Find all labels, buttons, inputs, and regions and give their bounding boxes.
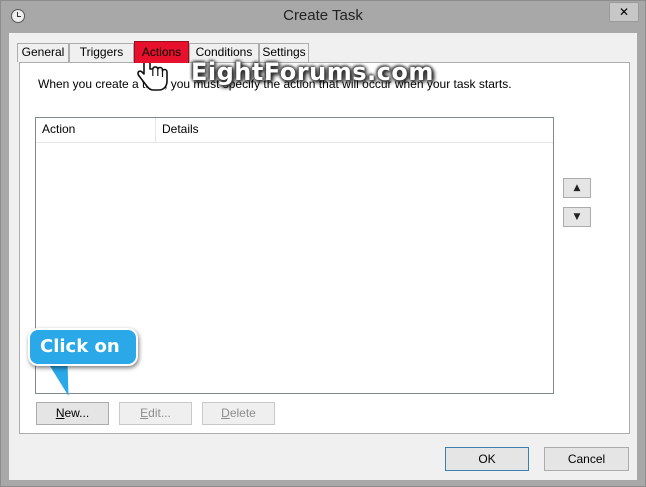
tab-triggers[interactable]: Triggers (69, 43, 134, 62)
move-down-button[interactable]: ▼ (563, 207, 591, 227)
new-action-button[interactable]: New... (36, 402, 109, 425)
column-header-details[interactable]: Details (156, 118, 553, 142)
tab-general[interactable]: General (17, 43, 69, 62)
ok-button[interactable]: OK (445, 447, 529, 471)
delete-action-button[interactable]: Delete (202, 402, 275, 425)
list-header: Action Details (36, 118, 553, 143)
actions-tab-panel: When you create a task, you must specify… (19, 62, 630, 434)
close-button[interactable]: ✕ (609, 2, 639, 22)
title-bar: Create Task ✕ (1, 1, 645, 33)
cancel-button[interactable]: Cancel (544, 447, 629, 471)
window-title: Create Task (283, 7, 363, 24)
dialog-client-area: General Triggers Actions Conditions Sett… (9, 33, 637, 480)
create-task-window: Create Task ✕ General Triggers Actions C… (0, 0, 646, 487)
arrow-up-icon: ▲ (573, 183, 581, 193)
edit-action-button[interactable]: Edit... (119, 402, 192, 425)
move-up-button[interactable]: ▲ (563, 178, 591, 198)
arrow-down-icon: ▼ (573, 212, 581, 222)
tab-actions[interactable]: Actions (134, 41, 189, 63)
click-on-callout: Click on (28, 328, 138, 366)
watermark-text: EightForums.com (191, 58, 434, 86)
column-header-action[interactable]: Action (36, 118, 156, 142)
